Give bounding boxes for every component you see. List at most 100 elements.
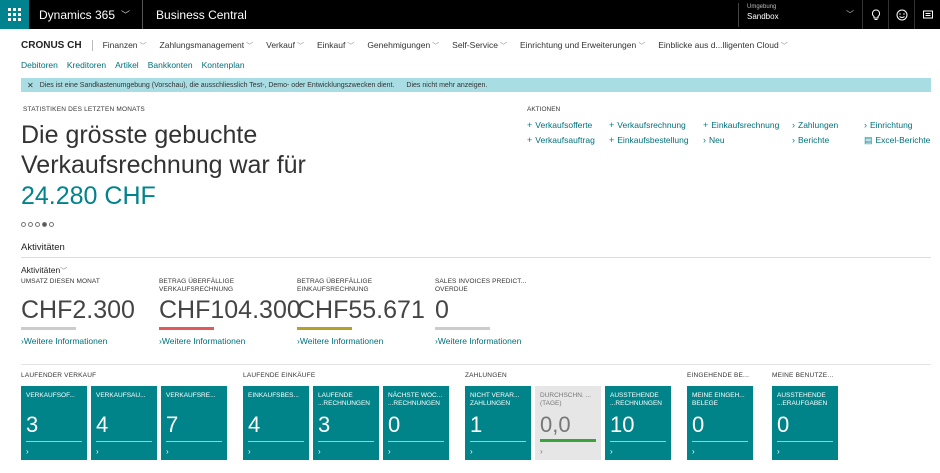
- cue-tile[interactable]: MEINE EINGEH... BELEGE 0 ›: [687, 386, 753, 460]
- plus-icon: +: [609, 120, 615, 130]
- dismiss-link[interactable]: Dies nicht mehr anzeigen.: [406, 82, 487, 89]
- environment-selector[interactable]: Umgebung Sandbox ﹀: [738, 3, 860, 27]
- kpi-ueberfaellige-verkauf[interactable]: BETRAG ÜBERFÄLLIGE VERKAUFSRECHNUNG CHF10…: [159, 278, 301, 346]
- kpi-bar: [21, 327, 76, 330]
- sandbox-notice: ✕ Dies ist eine Sandkastenumgebung (Vors…: [21, 78, 931, 92]
- excel-report-icon: ▤: [864, 135, 873, 145]
- actions-title: AKTIONEN: [527, 106, 561, 113]
- kpi-label: BETRAG ÜBERFÄLLIGE EINKAUFSRECHNUNG: [297, 278, 373, 293]
- pager-dot[interactable]: [49, 222, 54, 227]
- lightbulb-icon[interactable]: [862, 0, 888, 29]
- environment-label: Umgebung: [747, 4, 777, 10]
- chevron-right-icon: ›: [248, 447, 251, 456]
- cue-tile[interactable]: EINKAUFSBES... 4 ›: [243, 386, 309, 460]
- chevron-right-icon: ›: [777, 447, 780, 456]
- plus-icon: +: [609, 135, 615, 145]
- kpi-label: SALES INVOICES PREDICT... OVERDUE: [435, 278, 527, 293]
- cue-tile[interactable]: NICHT VERAR... ZAHLUNGEN 1 ›: [465, 386, 531, 460]
- kpi-umsatz[interactable]: UMSATZ DIESEN MONAT CHF2.300 ›Weitere In…: [21, 278, 156, 346]
- menu-zahlungsmanagement[interactable]: Zahlungsmanagement ﹀: [160, 40, 254, 51]
- top-bar: Dynamics 365 ﹀ Business Central Umgebung…: [0, 0, 940, 29]
- link-kreditoren[interactable]: Kreditoren: [67, 60, 106, 70]
- kpi-bar: [297, 327, 352, 330]
- link-kontenplan[interactable]: Kontenplan: [202, 60, 245, 70]
- kpi-ueberfaellige-einkauf[interactable]: BETRAG ÜBERFÄLLIGE EINKAUFSRECHNUNG CHF55…: [297, 278, 432, 346]
- chevron-down-icon: ﹀: [60, 268, 68, 275]
- pager-dot[interactable]: [21, 222, 26, 227]
- menu-einkauf[interactable]: Einkauf ﹀: [317, 40, 354, 51]
- cue-tile[interactable]: VERKAUFSOF... 3 ›: [21, 386, 87, 460]
- plus-icon: +: [527, 120, 533, 130]
- divider: [21, 257, 931, 258]
- menu-finanzen[interactable]: Finanzen ﹀: [103, 40, 147, 51]
- action-berichte[interactable]: › Berichte: [792, 135, 829, 145]
- smiley-icon[interactable]: [888, 0, 914, 29]
- kpi-value[interactable]: CHF55.671: [297, 295, 432, 325]
- kpi-sales-invoices-predicted[interactable]: SALES INVOICES PREDICT... OVERDUE 0 ›Weit…: [435, 278, 570, 346]
- product-switcher[interactable]: Dynamics 365 ﹀: [29, 0, 144, 29]
- chevron-right-icon: ›: [540, 447, 543, 456]
- chevron-down-icon: ﹀: [846, 10, 854, 19]
- cue-tile[interactable]: VERKAUFSAU... 4 ›: [91, 386, 157, 460]
- action-excel-berichte[interactable]: ▤ Excel-Berichte: [864, 135, 930, 146]
- more-info-link[interactable]: ›Weitere Informationen: [159, 336, 294, 346]
- headline-text: Die grösste gebuchte Verkaufsrechnung wa…: [21, 121, 306, 179]
- action-verkaufsrechnung[interactable]: + Verkaufsrechnung: [609, 120, 686, 130]
- app-launcher-icon[interactable]: [0, 0, 29, 29]
- notice-text: Dies ist eine Sandkastenumgebung (Vorsch…: [39, 81, 395, 89]
- chat-icon[interactable]: [914, 0, 940, 29]
- menu-einblicke[interactable]: Einblicke aus d...lligenten Cloud ﹀: [658, 40, 788, 51]
- cue-tile[interactable]: VERKAUFSRE... 7 ›: [161, 386, 227, 460]
- action-verkaufsofferte[interactable]: + Verkaufsofferte: [527, 120, 592, 130]
- link-debitoren[interactable]: Debitoren: [21, 60, 58, 70]
- kpi-value[interactable]: CHF2.300: [21, 295, 156, 325]
- kpi-bar: [435, 327, 490, 330]
- action-einkaufsbestellung[interactable]: + Einkaufsbestellung: [609, 135, 689, 145]
- chevron-right-icon: ›: [703, 135, 706, 145]
- more-info-link[interactable]: ›Weitere Informationen: [435, 336, 570, 346]
- menu-verkauf[interactable]: Verkauf ﹀: [266, 40, 304, 51]
- app-name[interactable]: Business Central: [143, 8, 247, 22]
- more-info-link[interactable]: ›Weitere Informationen: [297, 336, 432, 346]
- main-navigation: CRONUS CH Finanzen ﹀ Zahlungsmanagement ﹀ …: [21, 38, 801, 52]
- menu-self-service[interactable]: Self-Service ﹀: [452, 40, 507, 51]
- action-einrichtung[interactable]: › Einrichtung: [864, 120, 913, 130]
- cue-tile[interactable]: DURCHSCHN. ... (TAGE) 0,0 ›: [535, 386, 601, 460]
- action-zahlungen[interactable]: › Zahlungen: [792, 120, 838, 130]
- action-verkaufsauftrag[interactable]: + Verkaufsauftrag: [527, 135, 595, 145]
- chevron-right-icon: ›: [792, 120, 795, 130]
- cue-tile[interactable]: AUSSTEHENDE ...RECHNUNGEN 10 ›: [605, 386, 671, 460]
- link-bankkonten[interactable]: Bankkonten: [148, 60, 193, 70]
- link-artikel[interactable]: Artikel: [115, 60, 139, 70]
- chevron-right-icon: ›: [610, 447, 613, 456]
- pager-dot[interactable]: [35, 222, 40, 227]
- pager-dot-active[interactable]: [42, 222, 47, 227]
- more-info-link[interactable]: ›Weitere Informationen: [21, 336, 156, 346]
- action-einkaufsrechnung[interactable]: + Einkaufsrechnung: [703, 120, 779, 130]
- headline-section-title: STATISTIKEN DES LETZTEN MONATS: [23, 106, 145, 113]
- activities-group-toggle[interactable]: Aktivitäten﹀: [21, 265, 67, 276]
- cue-group-eingehende-belege: EINGEHENDE BE...: [687, 372, 750, 379]
- chevron-right-icon: ›: [692, 447, 695, 456]
- headline-pager: [21, 222, 54, 227]
- cue-tile[interactable]: NÄCHSTE WOC... ...RECHNUNGEN 0 ›: [383, 386, 449, 460]
- cue-tile[interactable]: AUSSTEHENDE ...ERAUFGABEN 0 ›: [772, 386, 838, 460]
- menu-genehmigungen[interactable]: Genehmigungen ﹀: [367, 40, 439, 51]
- headline-value[interactable]: 24.280 CHF: [21, 182, 156, 211]
- pager-dot[interactable]: [28, 222, 33, 227]
- cue-group-laufende-einkaeufe: LAUFENDE EINKÄUFE: [243, 372, 316, 379]
- company-name[interactable]: CRONUS CH: [21, 39, 93, 51]
- chevron-right-icon: ›: [470, 447, 473, 456]
- chevron-right-icon: ›: [96, 447, 99, 456]
- menu-einrichtung[interactable]: Einrichtung und Erweiterungen ﹀: [520, 40, 645, 51]
- cue-group-laufender-verkauf: LAUFENDER VERKAUF: [21, 372, 97, 379]
- cue-tile[interactable]: LAUFENDE ...RECHNUNGEN 3 ›: [313, 386, 379, 460]
- close-icon[interactable]: ✕: [27, 81, 34, 90]
- divider: [21, 364, 931, 365]
- cue-group-meine-benutzeraufgaben: MEINE BENUTZE...: [772, 372, 834, 379]
- kpi-value[interactable]: CHF104.300: [159, 295, 301, 325]
- action-neu[interactable]: › Neu: [703, 135, 725, 145]
- kpi-value[interactable]: 0: [435, 295, 570, 325]
- chevron-right-icon: ›: [26, 447, 29, 456]
- product-name: Dynamics 365: [39, 7, 116, 22]
